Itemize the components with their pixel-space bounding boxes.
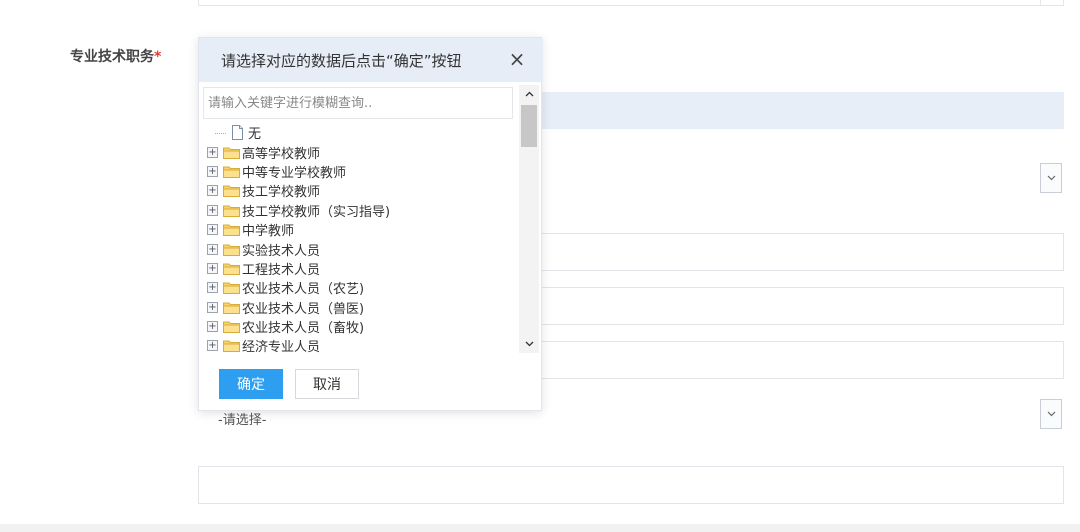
tree-item-label: 经济专业人员 (242, 340, 321, 355)
tree-item[interactable]: + 技工学校教师 (207, 181, 517, 200)
select-placeholder: -请选择- (218, 413, 267, 428)
tree-item-none[interactable]: 无 (207, 123, 517, 142)
expand-icon[interactable]: + (207, 146, 218, 158)
tree-item-label: 高等学校教师 (242, 146, 321, 162)
tree-item[interactable]: + 技工学校教师（实习指导) (207, 201, 517, 220)
tree-item-label: 中等专业学校教师 (242, 165, 347, 181)
scroll-down-icon[interactable] (519, 335, 539, 353)
confirm-button[interactable]: 确定 (219, 369, 283, 399)
cancel-button[interactable]: 取消 (295, 369, 359, 399)
expand-icon[interactable]: + (207, 262, 218, 274)
expand-icon[interactable]: + (207, 224, 218, 236)
tree-scrollbar[interactable] (519, 85, 539, 353)
category-tree[interactable]: 无 + 高等学校教师 + 中等专业学校教师 + 技工学校教师 + 技工学校教师（实习指导) + 中… (207, 123, 517, 355)
expand-icon[interactable]: + (207, 282, 218, 294)
tree-item-label: 中学教师 (242, 224, 295, 240)
tree-connector (215, 123, 226, 135)
tree-item-label: 技工学校教师 (242, 185, 321, 201)
tree-item[interactable]: + 工程技术人员 (207, 259, 517, 278)
folder-icon (223, 185, 240, 198)
tree-item[interactable]: + 实验技术人员 (207, 239, 517, 259)
scroll-thumb[interactable] (521, 105, 537, 147)
dialog-title: 请选择对应的数据后点击“确定”按钮 (221, 51, 462, 70)
expand-icon[interactable]: + (207, 321, 218, 333)
previous-field-dropdown-button[interactable] (1040, 0, 1064, 6)
folder-icon (223, 321, 240, 334)
expand-icon[interactable]: + (207, 165, 218, 177)
tree-item[interactable]: + 农业技术人员（畜牧) (207, 317, 517, 336)
expand-icon[interactable]: + (207, 204, 218, 216)
folder-icon (223, 224, 240, 237)
search-input[interactable] (203, 87, 513, 119)
tree-item-label: 实验技术人员 (242, 243, 321, 259)
folder-icon (223, 244, 240, 256)
chevron-down-icon[interactable] (1040, 399, 1062, 429)
tree-item[interactable]: + 中学教师 (207, 220, 517, 239)
folder-icon (223, 147, 240, 159)
folder-icon (223, 302, 240, 314)
chevron-down-icon[interactable] (1040, 163, 1062, 193)
close-icon[interactable]: × (507, 48, 527, 70)
field-label-professional-title: 专业技术职务* (70, 46, 161, 66)
select-dialog: 请选择对应的数据后点击“确定”按钮 × 无 + 高等学校教师 + 中等专业学校教师 + 技… (198, 37, 543, 411)
background-input-4[interactable] (198, 466, 1064, 504)
tree-item[interactable]: + 农业技术人员（兽医) (207, 298, 517, 317)
tree-item-label: 农业技术人员（畜牧) (242, 321, 365, 337)
expand-icon[interactable]: + (207, 340, 218, 352)
tree-item-label: 农业技术人员（农艺) (242, 282, 365, 298)
field-label-text: 专业技术职务 (70, 49, 154, 65)
tree-item-label: 工程技术人员 (242, 262, 321, 278)
folder-icon (223, 263, 240, 275)
tree-item-label: 技工学校教师（实习指导) (242, 204, 391, 220)
expand-icon[interactable]: + (207, 301, 218, 313)
folder-icon (223, 166, 240, 178)
file-icon (232, 125, 243, 141)
tree-item-label: 农业技术人员（兽医) (242, 301, 365, 317)
required-asterisk: * (154, 49, 162, 65)
tree-item-label: 无 (248, 127, 262, 143)
dialog-header: 请选择对应的数据后点击“确定”按钮 × (199, 38, 543, 82)
tree-item[interactable]: + 高等学校教师 (207, 142, 517, 162)
scroll-up-icon[interactable] (519, 85, 539, 103)
tree-item[interactable]: + 经济专业人员 (207, 336, 517, 355)
page-bottom-strip (0, 524, 1080, 532)
folder-icon (223, 282, 240, 295)
tree-item[interactable]: + 农业技术人员（农艺) (207, 278, 517, 297)
previous-field-input[interactable] (198, 0, 1064, 6)
folder-icon (223, 205, 240, 217)
expand-icon[interactable]: + (207, 185, 218, 197)
folder-icon (223, 340, 240, 353)
tree-item[interactable]: + 中等专业学校教师 (207, 162, 517, 181)
expand-icon[interactable]: + (207, 243, 218, 255)
